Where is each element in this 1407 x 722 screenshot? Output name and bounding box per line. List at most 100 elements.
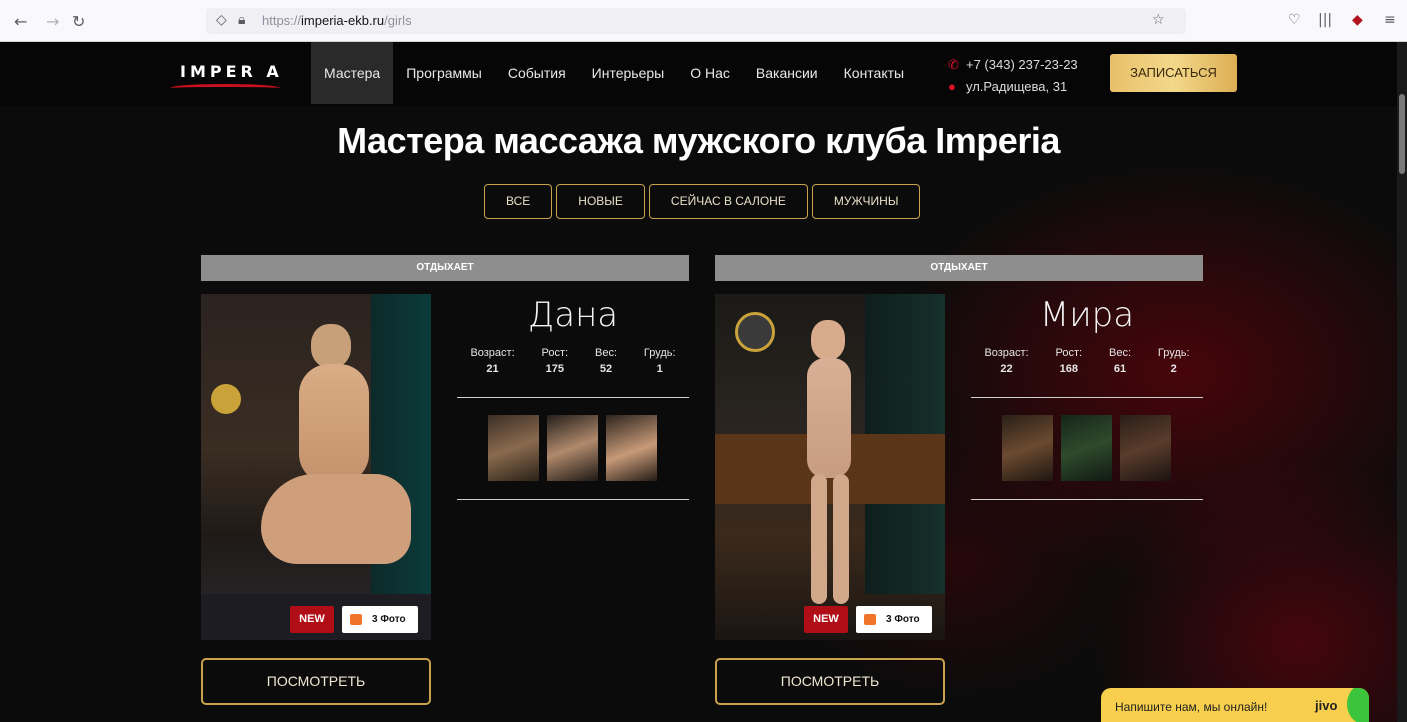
stat-label: Рост: — [541, 347, 569, 359]
stat-value: 1 — [656, 363, 663, 375]
figure-leg-right — [833, 474, 849, 604]
logo-text: IMPER A — [180, 62, 283, 81]
filter-group: ВСЕ НОВЫЕ СЕЙЧАС В САЛОНЕ МУЖЧИНЫ — [484, 184, 921, 219]
view-button[interactable]: ПОСМОТРЕТЬ — [715, 658, 945, 705]
figure-head — [811, 320, 845, 360]
master-stats: Возраст: 21 Рост: 175 Вес: 52 Грудь: 1 — [457, 347, 689, 375]
menu-item-contacts[interactable]: Контакты — [831, 42, 917, 104]
stat-label: Возраст: — [984, 347, 1029, 359]
stat-value: 61 — [1113, 363, 1127, 375]
stat-weight: Вес: 61 — [1109, 347, 1131, 375]
figure-head — [311, 324, 351, 368]
thumbnail-strip — [1002, 415, 1171, 481]
stat-value: 21 — [486, 363, 499, 375]
extension-icon[interactable]: ◆ — [1352, 12, 1363, 28]
logo[interactable]: IMPER A — [170, 56, 302, 96]
stat-height: Рост: 168 — [1056, 347, 1083, 375]
thumbnail[interactable] — [606, 415, 657, 481]
photo-count-label: 3 Фото — [886, 614, 920, 625]
stat-label: Грудь: — [1157, 347, 1190, 359]
thumbnail[interactable] — [488, 415, 539, 481]
stat-label: Рост: — [1055, 347, 1083, 359]
stat-label: Грудь: — [643, 347, 676, 359]
menu-item-masters[interactable]: Мастера — [311, 42, 394, 104]
reload-icon[interactable]: ↻ — [72, 12, 85, 31]
divider — [971, 397, 1203, 398]
master-card: ОТДЫХАЕТ NEW 3 Фото Мира Возраст: 22 Рост… — [715, 255, 1203, 715]
main-menu: Мастера Программы События Интерьеры О На… — [311, 42, 917, 104]
filter-men-button[interactable]: МУЖЧИНЫ — [811, 184, 921, 219]
thumbnail[interactable] — [1002, 415, 1053, 481]
camera-icon — [350, 614, 362, 625]
logo-swoosh — [170, 84, 280, 92]
library-icon[interactable]: ||| — [1318, 12, 1332, 28]
divider — [457, 397, 689, 398]
master-photo[interactable] — [715, 294, 945, 640]
photo-count-badge[interactable]: 3 Фото — [856, 606, 932, 633]
scrollbar-thumb[interactable] — [1399, 94, 1405, 174]
address-text: ул.Радищева, 31 — [966, 79, 1068, 94]
master-stats: Возраст: 22 Рост: 168 Вес: 61 Грудь: 2 — [971, 347, 1203, 375]
menu-item-events[interactable]: События — [495, 42, 579, 104]
photo-count-badge[interactable]: 3 Фото — [342, 606, 418, 633]
filter-all-button[interactable]: ВСЕ — [484, 184, 553, 219]
stat-label: Возраст: — [470, 347, 515, 359]
master-card: ОТДЫХАЕТ NEW 3 Фото Дана Возраст: 21 Рост… — [201, 255, 689, 715]
thumbnail[interactable] — [547, 415, 598, 481]
chat-status-icon — [1347, 688, 1369, 722]
url-text[interactable]: https://imperia-ekb.ru/girls — [262, 13, 412, 28]
filter-in-salon-button[interactable]: СЕЙЧАС В САЛОНЕ — [648, 184, 808, 219]
divider — [971, 499, 1203, 500]
filter-new-button[interactable]: НОВЫЕ — [556, 184, 645, 219]
chat-text: Напишите нам, мы онлайн! — [1115, 700, 1268, 714]
location-pin-icon: ● — [948, 79, 956, 94]
site-header: IMPER A Мастера Программы События Интерь… — [0, 42, 1397, 106]
thumbnail[interactable] — [1061, 415, 1112, 481]
figure-torso — [299, 364, 369, 484]
menu-icon[interactable]: ≡ — [1384, 12, 1396, 28]
pocket-icon[interactable]: ♡ — [1288, 12, 1301, 28]
stat-bust: Грудь: 2 — [1158, 347, 1190, 375]
figure-legs — [261, 474, 411, 564]
phone-link[interactable]: +7 (343) 237-23-23 — [966, 57, 1078, 72]
stat-age: Возраст: 22 — [984, 347, 1028, 375]
forward-icon[interactable]: → — [46, 12, 59, 31]
stat-value: 168 — [1059, 363, 1078, 375]
browser-toolbar: ← → ↻ ◇ 🔒︎ https://imperia-ekb.ru/girls … — [0, 0, 1407, 42]
divider — [457, 499, 689, 500]
stat-weight: Вес: 52 — [595, 347, 617, 375]
shield-icon[interactable]: ◇ — [216, 12, 227, 28]
phone-icon: ✆ — [948, 57, 959, 72]
menu-item-interiors[interactable]: Интерьеры — [579, 42, 678, 104]
stat-value: 2 — [1170, 363, 1177, 375]
menu-item-about[interactable]: О Нас — [677, 42, 743, 104]
stat-label: Вес: — [1108, 347, 1131, 359]
chat-brand: jivo — [1315, 698, 1338, 713]
stat-height: Рост: 175 — [542, 347, 569, 375]
page-scrollbar[interactable] — [1397, 42, 1407, 722]
bookmark-star-icon[interactable]: ☆ — [1152, 12, 1165, 28]
address-bar[interactable]: ◇ 🔒︎ https://imperia-ekb.ru/girls ☆ — [206, 8, 1186, 34]
view-button[interactable]: ПОСМОТРЕТЬ — [201, 658, 431, 705]
master-photo[interactable] — [201, 294, 431, 640]
stat-value: 175 — [545, 363, 564, 375]
page-title: Мастера массажа мужского клуба Imperia — [337, 120, 1060, 161]
lock-icon: 🔒︎ — [238, 12, 246, 28]
stat-value: 22 — [1000, 363, 1013, 375]
chat-widget[interactable]: Напишите нам, мы онлайн! jivo — [1101, 688, 1369, 722]
master-name: Мира — [1039, 295, 1135, 335]
signup-button[interactable]: ЗАПИСАТЬСЯ — [1110, 54, 1237, 92]
menu-item-vacancies[interactable]: Вакансии — [743, 42, 831, 104]
thumbnail-strip — [488, 415, 657, 481]
figure-torso — [807, 358, 851, 478]
stat-label: Вес: — [594, 347, 617, 359]
camera-icon — [864, 614, 876, 625]
figure-leg-left — [811, 474, 827, 604]
thumbnail[interactable] — [1120, 415, 1171, 481]
new-badge: NEW — [290, 606, 334, 633]
master-name: Дана — [527, 295, 619, 335]
menu-item-programs[interactable]: Программы — [393, 42, 495, 104]
status-badge: ОТДЫХАЕТ — [715, 255, 1203, 281]
back-icon[interactable]: ← — [14, 12, 27, 31]
status-badge: ОТДЫХАЕТ — [201, 255, 689, 281]
